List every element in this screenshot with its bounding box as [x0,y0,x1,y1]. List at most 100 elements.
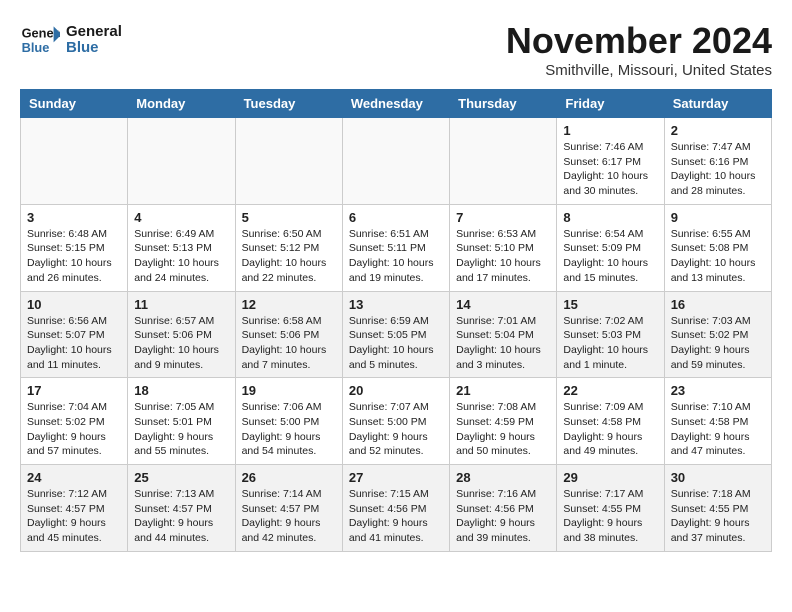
header-wednesday: Wednesday [342,90,449,118]
day-info: Sunrise: 7:47 AMSunset: 6:16 PMDaylight:… [671,140,765,199]
day-info: Sunrise: 6:54 AMSunset: 5:09 PMDaylight:… [563,227,657,286]
day-number: 20 [349,383,443,398]
calendar-cell: 18 Sunrise: 7:05 AMSunset: 5:01 PMDayligh… [128,378,235,465]
calendar-cell: 9 Sunrise: 6:55 AMSunset: 5:08 PMDaylight… [664,204,771,291]
day-info: Sunrise: 7:04 AMSunset: 5:02 PMDaylight:… [27,400,121,459]
day-info: Sunrise: 6:59 AMSunset: 5:05 PMDaylight:… [349,314,443,373]
calendar-cell: 21 Sunrise: 7:08 AMSunset: 4:59 PMDayligh… [450,378,557,465]
day-number: 21 [456,383,550,398]
day-info: Sunrise: 6:53 AMSunset: 5:10 PMDaylight:… [456,227,550,286]
day-number: 25 [134,470,228,485]
logo: General Blue General Blue [20,20,122,60]
calendar-cell: 22Sunrise: 7:09 AMSunset: 4:58 PMDayligh… [557,378,664,465]
calendar-cell: 28Sunrise: 7:16 AMSunset: 4:56 PMDayligh… [450,465,557,552]
day-number: 13 [349,297,443,312]
calendar-cell: 17 Sunrise: 7:04 AMSunset: 5:02 PMDayligh… [21,378,128,465]
day-number: 8 [563,210,657,225]
day-info: Sunrise: 6:48 AMSunset: 5:15 PMDaylight:… [27,227,121,286]
logo-wordmark: General Blue [66,24,122,57]
calendar-cell: 15 Sunrise: 7:02 AMSunset: 5:03 PMDayligh… [557,291,664,378]
day-number: 7 [456,210,550,225]
page-header: General Blue General Blue November 2024 … [20,20,772,79]
day-info: Sunrise: 6:51 AMSunset: 5:11 PMDaylight:… [349,227,443,286]
calendar-cell: 23 Sunrise: 7:10 AMSunset: 4:58 PMDayligh… [664,378,771,465]
day-info: Sunrise: 7:07 AMSunset: 5:00 PMDaylight:… [349,400,443,459]
calendar-cell: 13 Sunrise: 6:59 AMSunset: 5:05 PMDayligh… [342,291,449,378]
logo-line2: Blue [66,40,122,57]
calendar-cell: 29 Sunrise: 7:17 AMSunset: 4:55 PMDayligh… [557,465,664,552]
day-info: Sunrise: 7:18 AMSunset: 4:55 PMDaylight:… [671,487,765,546]
day-info: Sunrise: 7:17 AMSunset: 4:55 PMDaylight:… [563,487,657,546]
header-saturday: Saturday [664,90,771,118]
day-number: 15 [563,297,657,312]
day-info: Sunrise: 7:13 AMSunset: 4:57 PMDaylight:… [134,487,228,546]
day-number: 29 [563,470,657,485]
day-number: 10 [27,297,121,312]
day-number: 6 [349,210,443,225]
calendar-cell: 26 Sunrise: 7:14 AMSunset: 4:57 PMDayligh… [235,465,342,552]
day-number: 5 [242,210,336,225]
day-number: 9 [671,210,765,225]
day-number: 18 [134,383,228,398]
month-title: November 2024 [506,20,772,62]
day-info: Sunrise: 7:09 AMSunset: 4:58 PMDaylight:… [563,400,657,459]
calendar-cell [128,118,235,205]
header-thursday: Thursday [450,90,557,118]
day-info: Sunrise: 6:57 AMSunset: 5:06 PMDaylight:… [134,314,228,373]
calendar-cell: 11 Sunrise: 6:57 AMSunset: 5:06 PMDayligh… [128,291,235,378]
calendar-cell: 30Sunrise: 7:18 AMSunset: 4:55 PMDayligh… [664,465,771,552]
calendar-cell: 2 Sunrise: 7:47 AMSunset: 6:16 PMDaylight… [664,118,771,205]
day-info: Sunrise: 6:50 AMSunset: 5:12 PMDaylight:… [242,227,336,286]
day-info: Sunrise: 7:02 AMSunset: 5:03 PMDaylight:… [563,314,657,373]
calendar-cell: 1 Sunrise: 7:46 AMSunset: 6:17 PMDaylight… [557,118,664,205]
calendar-week-row: 3 Sunrise: 6:48 AMSunset: 5:15 PMDaylight… [21,204,772,291]
calendar-cell: 27 Sunrise: 7:15 AMSunset: 4:56 PMDayligh… [342,465,449,552]
day-number: 26 [242,470,336,485]
day-number: 3 [27,210,121,225]
calendar-week-row: 10 Sunrise: 6:56 AMSunset: 5:07 PMDayligh… [21,291,772,378]
calendar-week-row: 17 Sunrise: 7:04 AMSunset: 5:02 PMDayligh… [21,378,772,465]
calendar-cell: 24Sunrise: 7:12 AMSunset: 4:57 PMDayligh… [21,465,128,552]
header-friday: Friday [557,90,664,118]
calendar-week-row: 24Sunrise: 7:12 AMSunset: 4:57 PMDayligh… [21,465,772,552]
day-info: Sunrise: 7:06 AMSunset: 5:00 PMDaylight:… [242,400,336,459]
day-number: 2 [671,123,765,138]
day-number: 24 [27,470,121,485]
day-info: Sunrise: 7:15 AMSunset: 4:56 PMDaylight:… [349,487,443,546]
day-number: 23 [671,383,765,398]
calendar-cell: 12Sunrise: 6:58 AMSunset: 5:06 PMDayligh… [235,291,342,378]
day-number: 17 [27,383,121,398]
day-info: Sunrise: 7:46 AMSunset: 6:17 PMDaylight:… [563,140,657,199]
location: Smithville, Missouri, United States [506,62,772,79]
calendar-cell: 4Sunrise: 6:49 AMSunset: 5:13 PMDaylight… [128,204,235,291]
calendar-cell: 5 Sunrise: 6:50 AMSunset: 5:12 PMDaylight… [235,204,342,291]
day-info: Sunrise: 7:01 AMSunset: 5:04 PMDaylight:… [456,314,550,373]
day-number: 1 [563,123,657,138]
day-info: Sunrise: 7:05 AMSunset: 5:01 PMDaylight:… [134,400,228,459]
calendar-table: SundayMondayTuesdayWednesdayThursdayFrid… [20,89,772,552]
calendar-cell: 8 Sunrise: 6:54 AMSunset: 5:09 PMDaylight… [557,204,664,291]
day-number: 4 [134,210,228,225]
calendar-cell: 14Sunrise: 7:01 AMSunset: 5:04 PMDayligh… [450,291,557,378]
calendar-cell: 3 Sunrise: 6:48 AMSunset: 5:15 PMDaylight… [21,204,128,291]
calendar-cell: 16 Sunrise: 7:03 AMSunset: 5:02 PMDayligh… [664,291,771,378]
calendar-cell: 7 Sunrise: 6:53 AMSunset: 5:10 PMDaylight… [450,204,557,291]
header-monday: Monday [128,90,235,118]
day-info: Sunrise: 7:08 AMSunset: 4:59 PMDaylight:… [456,400,550,459]
logo-icon: General Blue [20,20,60,60]
day-number: 27 [349,470,443,485]
day-number: 11 [134,297,228,312]
day-number: 19 [242,383,336,398]
day-info: Sunrise: 6:56 AMSunset: 5:07 PMDaylight:… [27,314,121,373]
day-number: 28 [456,470,550,485]
svg-text:Blue: Blue [22,40,50,55]
day-info: Sunrise: 6:55 AMSunset: 5:08 PMDaylight:… [671,227,765,286]
day-number: 16 [671,297,765,312]
day-info: Sunrise: 7:03 AMSunset: 5:02 PMDaylight:… [671,314,765,373]
day-info: Sunrise: 7:10 AMSunset: 4:58 PMDaylight:… [671,400,765,459]
day-info: Sunrise: 7:14 AMSunset: 4:57 PMDaylight:… [242,487,336,546]
day-info: Sunrise: 6:58 AMSunset: 5:06 PMDaylight:… [242,314,336,373]
calendar-cell [21,118,128,205]
calendar-cell: 25 Sunrise: 7:13 AMSunset: 4:57 PMDayligh… [128,465,235,552]
title-block: November 2024 Smithville, Missouri, Unit… [506,20,772,79]
